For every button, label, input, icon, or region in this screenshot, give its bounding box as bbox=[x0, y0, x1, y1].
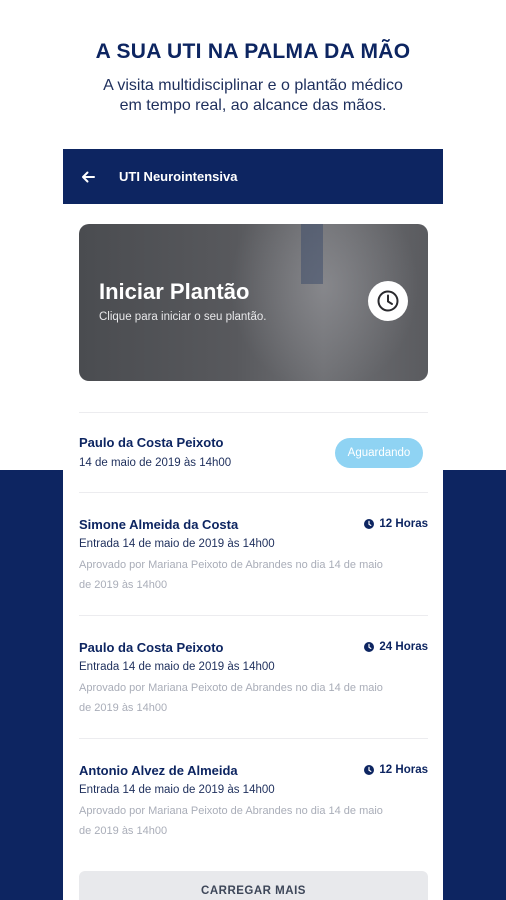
shift-item[interactable]: Simone Almeida da Costa 12 Horas Entrada… bbox=[79, 492, 428, 616]
pending-shift-item[interactable]: Paulo da Costa Peixoto 14 de maio de 201… bbox=[79, 412, 428, 493]
pending-name: Paulo da Costa Peixoto bbox=[79, 435, 224, 450]
shift-hours: 12 Horas bbox=[379, 764, 428, 776]
start-shift-card[interactable]: Iniciar Plantão Clique para iniciar o se… bbox=[79, 224, 428, 381]
shift-approval-line-2: de 2019 às 14h00 bbox=[79, 825, 168, 837]
shift-item[interactable]: Antonio Alvez de Almeida 12 Horas Entrad… bbox=[79, 738, 428, 862]
clock-icon bbox=[364, 765, 375, 775]
shift-duration: 24 Horas bbox=[364, 641, 428, 653]
shift-duration: 12 Horas bbox=[364, 518, 428, 530]
clock-icon bbox=[364, 642, 375, 652]
shift-entry: Entrada 14 de maio de 2019 às 14h00 bbox=[79, 784, 275, 796]
shift-approval-line-1: Aprovado por Mariana Peixoto de Abrandes… bbox=[79, 805, 383, 817]
shift-hours: 24 Horas bbox=[379, 641, 428, 653]
start-shift-title: Iniciar Plantão bbox=[99, 279, 250, 304]
clock-icon[interactable] bbox=[368, 281, 408, 321]
shift-approval-line-1: Aprovado por Mariana Peixoto de Abrandes… bbox=[79, 559, 383, 571]
shift-entry: Entrada 14 de maio de 2019 às 14h00 bbox=[79, 661, 275, 673]
app-bar-title: UTI Neurointensiva bbox=[119, 169, 238, 184]
shift-approval-line-1: Aprovado por Mariana Peixoto de Abrandes… bbox=[79, 682, 383, 694]
shift-approval: Aprovado por Mariana Peixoto de Abrandes… bbox=[79, 801, 428, 841]
shift-duration: 12 Horas bbox=[364, 764, 428, 776]
app-bar: UTI Neurointensiva bbox=[63, 149, 443, 204]
shift-name: Paulo da Costa Peixoto bbox=[79, 640, 224, 655]
shift-item[interactable]: Paulo da Costa Peixoto 24 Horas Entrada … bbox=[79, 615, 428, 739]
shift-approval: Aprovado por Mariana Peixoto de Abrandes… bbox=[79, 555, 428, 595]
clock-icon bbox=[364, 519, 375, 529]
promo-headline: A SUA UTI NA PALMA DA MÃO bbox=[95, 40, 411, 63]
phone-screen: UTI Neurointensiva Iniciar Plantão Cliqu… bbox=[63, 149, 443, 900]
shift-approval-line-2: de 2019 às 14h00 bbox=[79, 579, 168, 591]
promo-subtitle: A visita multidisciplinar e o plantão mé… bbox=[0, 76, 506, 116]
shift-name: Simone Almeida da Costa bbox=[79, 517, 239, 532]
status-badge: Aguardando bbox=[335, 438, 423, 468]
pending-date: 14 de maio de 2019 às 14h00 bbox=[79, 457, 232, 469]
arrow-left-icon[interactable] bbox=[81, 168, 99, 186]
shift-approval: Aprovado por Mariana Peixoto de Abrandes… bbox=[79, 678, 428, 718]
promo-subtitle-line-2: em tempo real, ao alcance das mãos. bbox=[119, 97, 387, 114]
shift-hours: 12 Horas bbox=[379, 518, 428, 530]
doctor-photo-tie bbox=[301, 224, 323, 284]
promo-subtitle-line-1: A visita multidisciplinar e o plantão mé… bbox=[103, 77, 403, 94]
shift-name: Antonio Alvez de Almeida bbox=[79, 763, 238, 778]
shift-approval-line-2: de 2019 às 14h00 bbox=[79, 702, 168, 714]
load-more-button[interactable]: CARREGAR MAIS bbox=[79, 871, 428, 900]
start-shift-subtitle: Clique para iniciar o seu plantão. bbox=[99, 311, 267, 323]
shift-entry: Entrada 14 de maio de 2019 às 14h00 bbox=[79, 538, 275, 550]
